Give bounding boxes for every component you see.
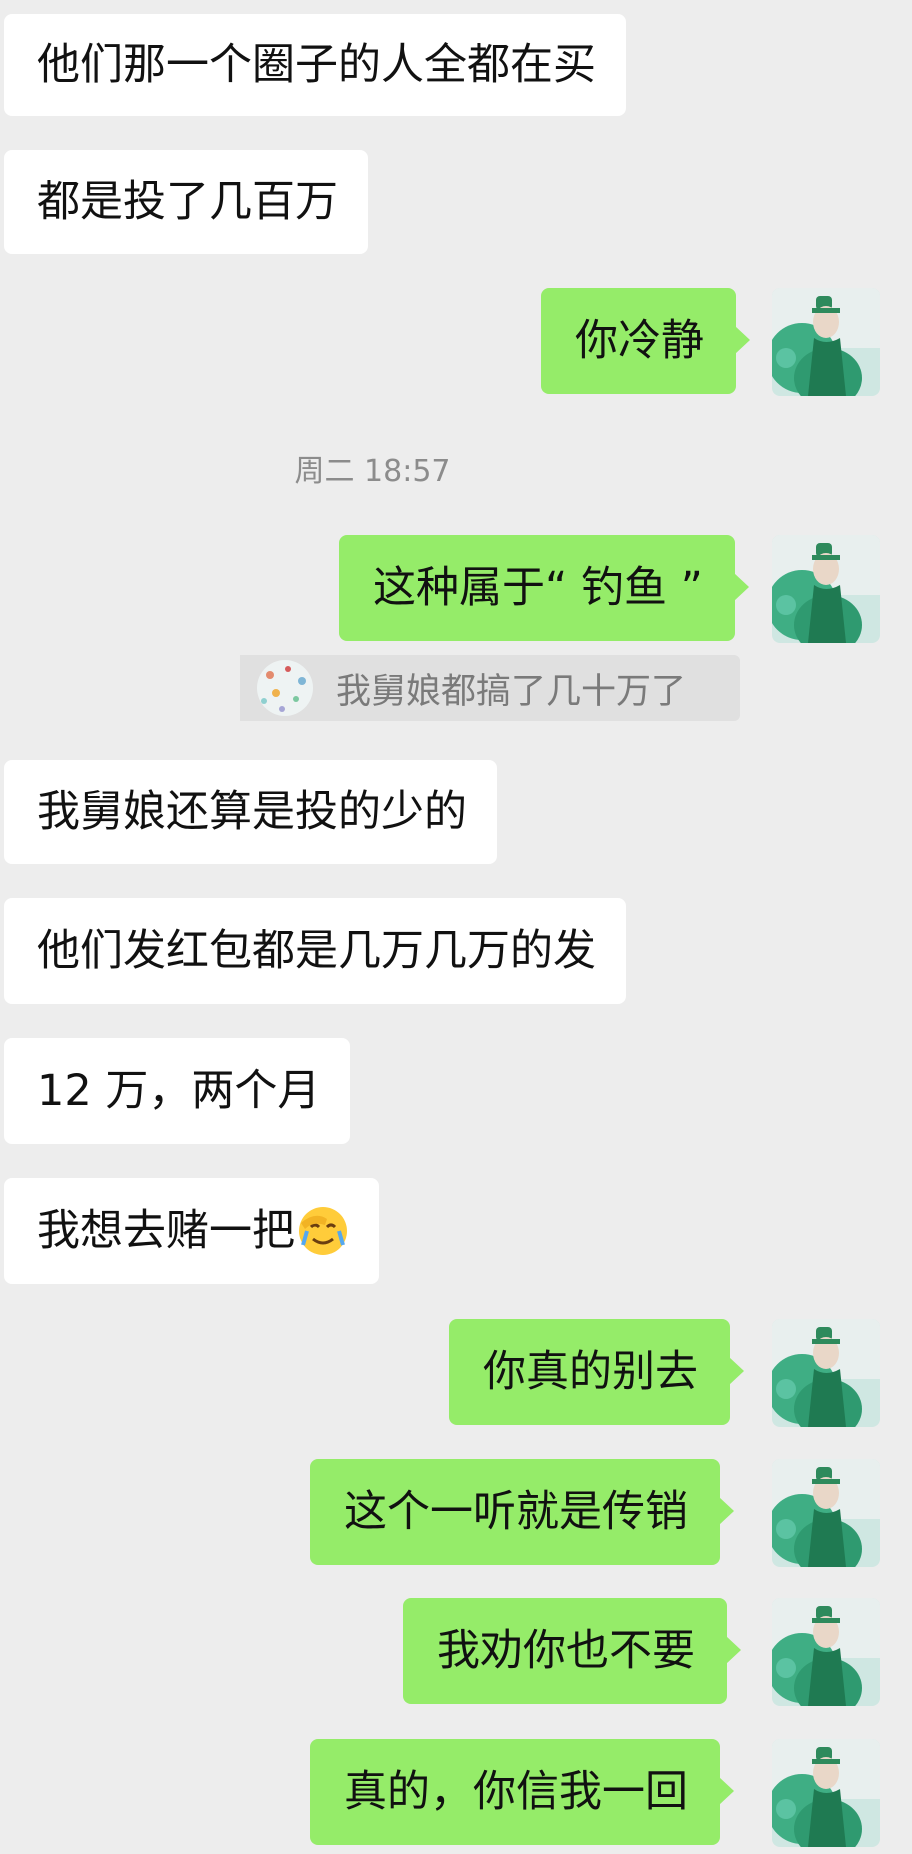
message-text: 这个一听就是传销 bbox=[344, 1487, 688, 1537]
message-text: 我劝你也不要 bbox=[437, 1626, 695, 1676]
message-bubble-outgoing[interactable]: 我劝你也不要 bbox=[403, 1598, 741, 1704]
message-bubble-outgoing[interactable]: 这个一听就是传销 bbox=[310, 1459, 734, 1565]
message-bubble-incoming[interactable]: 我舅娘还算是投的少的 bbox=[4, 760, 497, 864]
message-bubble-outgoing[interactable]: 这种属于“ 钓鱼 ” bbox=[339, 535, 749, 641]
message-text: 都是投了几百万 bbox=[37, 177, 338, 227]
message-text: 你真的别去 bbox=[483, 1347, 698, 1397]
quoted-message[interactable]: 我舅娘都搞了几十万了 bbox=[240, 655, 740, 721]
user-avatar[interactable] bbox=[772, 1598, 880, 1706]
user-avatar[interactable] bbox=[772, 1459, 880, 1567]
message-bubble-incoming[interactable]: 他们发红包都是几万几万的发 bbox=[4, 898, 626, 1004]
message-bubble-incoming[interactable]: 12 万，两个月 bbox=[4, 1038, 351, 1144]
face-palm-crying-emoji bbox=[299, 1207, 347, 1255]
avatar-image bbox=[772, 288, 880, 396]
message-text: 他们那一个圈子的人全都在买 bbox=[37, 40, 596, 90]
message-text: 这种属于“ 钓鱼 ” bbox=[373, 563, 703, 613]
message-bubble-incoming[interactable]: 他们那一个圈子的人全都在买 bbox=[4, 14, 626, 116]
message-text: 我舅娘还算是投的少的 bbox=[37, 787, 467, 837]
avatar-image bbox=[772, 1319, 880, 1427]
user-avatar[interactable] bbox=[772, 1739, 880, 1847]
message-bubble-outgoing[interactable]: 真的，你信我一回 bbox=[310, 1739, 734, 1845]
message-bubble-incoming[interactable]: 我想去赌一把 bbox=[4, 1178, 379, 1284]
message-bubble-outgoing[interactable]: 你冷静 bbox=[541, 288, 750, 394]
message-bubble-outgoing[interactable]: 你真的别去 bbox=[449, 1319, 744, 1425]
message-text: 他们发红包都是几万几万的发 bbox=[37, 926, 596, 976]
timestamp: 周二 18:57 bbox=[294, 454, 451, 489]
user-avatar[interactable] bbox=[772, 288, 880, 396]
message-text: 真的，你信我一回 bbox=[344, 1767, 688, 1817]
message-text: 你冷静 bbox=[575, 316, 704, 366]
user-avatar[interactable] bbox=[772, 1319, 880, 1427]
user-avatar[interactable] bbox=[772, 535, 880, 643]
message-bubble-incoming[interactable]: 都是投了几百万 bbox=[4, 150, 368, 254]
quoted-text: 我舅娘都搞了几十万了 bbox=[336, 671, 687, 712]
message-text: 我想去赌一把 bbox=[37, 1206, 295, 1256]
avatar-image bbox=[772, 1459, 880, 1567]
avatar-image bbox=[772, 535, 880, 643]
avatar-image bbox=[772, 1598, 880, 1706]
avatar-image bbox=[772, 1739, 880, 1847]
message-text: 12 万，两个月 bbox=[37, 1066, 321, 1116]
quoted-avatar bbox=[240, 655, 330, 721]
